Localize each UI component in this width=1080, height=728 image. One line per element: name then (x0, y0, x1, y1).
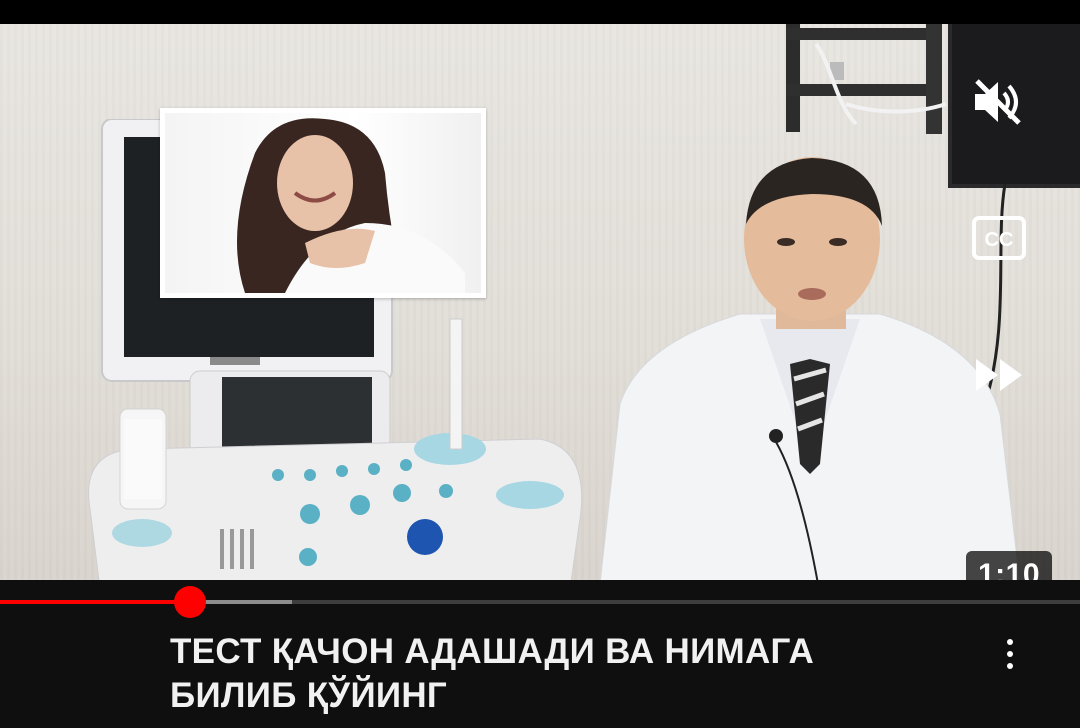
video-player[interactable]: CC 1:10 (0, 24, 1080, 580)
inset-image (160, 108, 486, 298)
fast-forward-icon (976, 359, 1022, 391)
seek-thumb[interactable] (174, 586, 207, 618)
cc-label: CC (985, 229, 1014, 251)
mute-toggle-button[interactable] (970, 76, 1026, 128)
volume-muted-icon (975, 79, 1021, 125)
captions-button[interactable]: CC (972, 216, 1026, 260)
more-vertical-icon (1007, 639, 1013, 645)
seek-bar[interactable] (0, 580, 1080, 624)
status-bar (0, 0, 1080, 24)
wall-mount (786, 24, 947, 134)
duration-badge: 1:10 (966, 551, 1053, 580)
video-title[interactable]: ТЕСТ ҚАЧОН АДАШАДИ ВА НИМАГА БИЛИБ ҚЎЙИН… (170, 630, 950, 718)
closed-captions-icon: CC (972, 216, 1026, 260)
more-options-button[interactable] (990, 634, 1030, 674)
doctor (599, 157, 1021, 580)
woman-portrait (237, 118, 465, 293)
seek-played (0, 600, 191, 604)
skip-forward-button[interactable] (972, 352, 1028, 398)
